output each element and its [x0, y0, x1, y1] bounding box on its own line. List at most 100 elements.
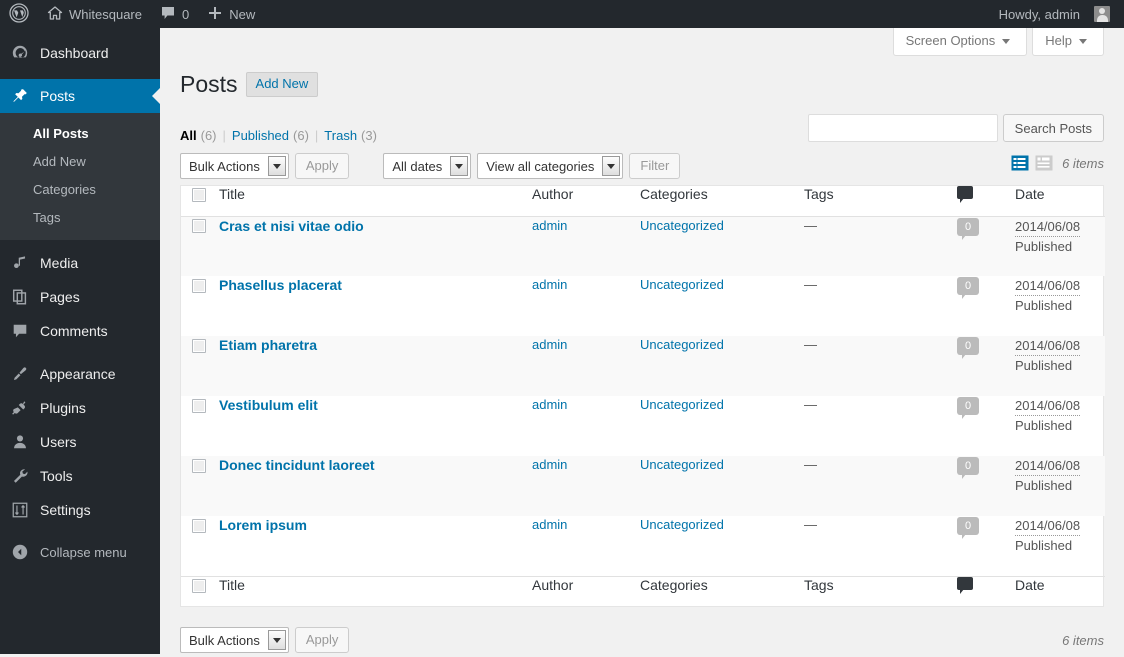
- row-comments-cell[interactable]: 0: [957, 216, 1015, 276]
- row-categories-cell: Uncategorized: [640, 396, 804, 456]
- post-author-link[interactable]: admin: [532, 218, 567, 233]
- row-categories-cell: Uncategorized: [640, 276, 804, 336]
- screen-options-button[interactable]: Screen Options: [892, 28, 1028, 56]
- filter-link-all[interactable]: All: [180, 127, 197, 144]
- site-name-menu[interactable]: Whitesquare: [38, 0, 151, 28]
- new-content-label: New: [229, 6, 256, 22]
- date-filter-select[interactable]: All dates: [383, 153, 472, 179]
- table-row[interactable]: Phasellus placerat admin Uncategorized — 0 20…: [181, 276, 1105, 336]
- filter-link-published[interactable]: Published: [232, 127, 289, 144]
- row-checkbox[interactable]: [192, 398, 206, 413]
- comment-count-bubble[interactable]: 0: [957, 517, 979, 539]
- table-row[interactable]: Donec tincidunt laoreet admin Uncategorize…: [181, 456, 1105, 516]
- post-title-link[interactable]: Etiam pharetra: [219, 337, 317, 353]
- post-category-link[interactable]: Uncategorized: [640, 457, 724, 472]
- category-filter-value: View all categories: [486, 158, 595, 174]
- sidebar-subitem-add-new[interactable]: Add New: [0, 148, 160, 176]
- post-title-link[interactable]: Phasellus placerat: [219, 277, 342, 293]
- search-submit-button[interactable]: Search Posts: [1002, 114, 1104, 142]
- row-comments-cell[interactable]: 0: [957, 336, 1015, 396]
- post-author-link[interactable]: admin: [532, 457, 567, 472]
- column-footer-title[interactable]: Title: [219, 575, 532, 606]
- comment-count-bubble[interactable]: 0: [957, 217, 979, 240]
- apply-button[interactable]: Apply: [294, 153, 350, 179]
- post-title-link[interactable]: Cras et nisi vitae odio: [219, 218, 364, 234]
- row-checkbox[interactable]: [192, 458, 206, 473]
- row-comments-cell[interactable]: 0: [957, 276, 1015, 336]
- column-header-comments[interactable]: [957, 186, 1015, 217]
- table-row[interactable]: Cras et nisi vitae odio admin Uncategorize…: [181, 216, 1105, 276]
- select-all-header: [181, 186, 219, 217]
- post-author-link[interactable]: admin: [532, 277, 567, 292]
- column-footer-author[interactable]: Author: [532, 575, 640, 606]
- bulk-actions-select-bottom[interactable]: Bulk Actions: [180, 627, 289, 653]
- select-all-checkbox[interactable]: [192, 188, 206, 203]
- post-author-link[interactable]: admin: [532, 517, 567, 532]
- post-category-link[interactable]: Uncategorized: [640, 517, 724, 532]
- list-view-icon[interactable]: [1010, 153, 1030, 173]
- comment-count-bubble[interactable]: 0: [957, 337, 979, 359]
- collapse-menu-button[interactable]: Collapse menu: [0, 535, 160, 569]
- row-checkbox[interactable]: [192, 518, 206, 533]
- wp-logo-menu[interactable]: [0, 0, 38, 28]
- excerpt-view-icon[interactable]: [1034, 153, 1054, 173]
- bulk-actions-select[interactable]: Bulk Actions: [180, 153, 289, 179]
- post-category-link[interactable]: Uncategorized: [640, 218, 724, 233]
- row-comments-cell[interactable]: 0: [957, 456, 1015, 516]
- row-checkbox[interactable]: [192, 278, 206, 293]
- sidebar-item-appearance[interactable]: Appearance: [0, 357, 160, 391]
- column-header-date[interactable]: Date: [1015, 186, 1105, 217]
- new-content-menu[interactable]: New: [198, 0, 264, 28]
- table-row[interactable]: Lorem ipsum admin Uncategorized — 0 2014/06/0…: [181, 516, 1105, 576]
- post-date: 2014/06/08: [1015, 456, 1081, 476]
- sidebar-subitem-tags[interactable]: Tags: [0, 204, 160, 232]
- comments-bubble-menu[interactable]: 0: [151, 0, 198, 28]
- select-all-checkbox-footer[interactable]: [192, 578, 206, 593]
- column-header-author[interactable]: Author: [532, 186, 640, 217]
- search-input[interactable]: [807, 114, 998, 142]
- posts-table: Title Author Categories Tags Date Cras e…: [180, 185, 1105, 607]
- sidebar-item-media[interactable]: Media: [0, 246, 160, 280]
- post-title-link[interactable]: Donec tincidunt laoreet: [219, 457, 375, 473]
- column-footer-date[interactable]: Date: [1015, 575, 1105, 606]
- sidebar-subitem-categories[interactable]: Categories: [0, 176, 160, 204]
- my-account-menu[interactable]: Howdy, admin: [990, 0, 1124, 28]
- post-title-link[interactable]: Lorem ipsum: [219, 517, 307, 533]
- sidebar-subitem-all-posts[interactable]: All Posts: [0, 120, 160, 148]
- sidebar-item-label: Media: [40, 255, 79, 271]
- comment-count-bubble[interactable]: 0: [957, 277, 979, 299]
- comment-count-bubble[interactable]: 0: [957, 457, 979, 479]
- post-category-link[interactable]: Uncategorized: [640, 277, 724, 292]
- help-button[interactable]: Help: [1032, 28, 1104, 56]
- post-category-link[interactable]: Uncategorized: [640, 397, 724, 412]
- post-category-link[interactable]: Uncategorized: [640, 337, 724, 352]
- post-author-link[interactable]: admin: [532, 337, 567, 352]
- sidebar-item-settings[interactable]: Settings: [0, 493, 160, 527]
- pages-icon: [10, 287, 30, 307]
- apply-button-bottom[interactable]: Apply: [294, 627, 350, 653]
- row-checkbox[interactable]: [192, 219, 206, 234]
- row-comments-cell[interactable]: 0: [957, 516, 1015, 576]
- add-new-button[interactable]: Add New: [245, 72, 319, 97]
- comment-icon: [10, 321, 30, 341]
- column-header-title[interactable]: Title: [219, 186, 532, 217]
- sidebar-item-comments[interactable]: Comments: [0, 314, 160, 348]
- sidebar-item-users[interactable]: Users: [0, 425, 160, 459]
- sidebar-item-tools[interactable]: Tools: [0, 459, 160, 493]
- filter-button[interactable]: Filter: [629, 153, 681, 179]
- page-title: Posts: [180, 71, 238, 97]
- column-footer-comments[interactable]: [957, 575, 1015, 606]
- sidebar-item-posts[interactable]: Posts: [0, 79, 160, 113]
- filter-link-trash[interactable]: Trash: [324, 127, 357, 144]
- sidebar-item-plugins[interactable]: Plugins: [0, 391, 160, 425]
- row-comments-cell[interactable]: 0: [957, 396, 1015, 456]
- sidebar-item-dashboard[interactable]: Dashboard: [0, 36, 160, 70]
- sidebar-item-pages[interactable]: Pages: [0, 280, 160, 314]
- category-filter-select[interactable]: View all categories: [477, 153, 624, 179]
- post-author-link[interactable]: admin: [532, 397, 567, 412]
- comment-count-bubble[interactable]: 0: [957, 397, 979, 419]
- post-title-link[interactable]: Vestibulum elit: [219, 397, 318, 413]
- table-row[interactable]: Etiam pharetra admin Uncategorized — 0 2014/0…: [181, 336, 1105, 396]
- table-row[interactable]: Vestibulum elit admin Uncategorized — 0 2014/…: [181, 396, 1105, 456]
- row-checkbox[interactable]: [192, 338, 206, 353]
